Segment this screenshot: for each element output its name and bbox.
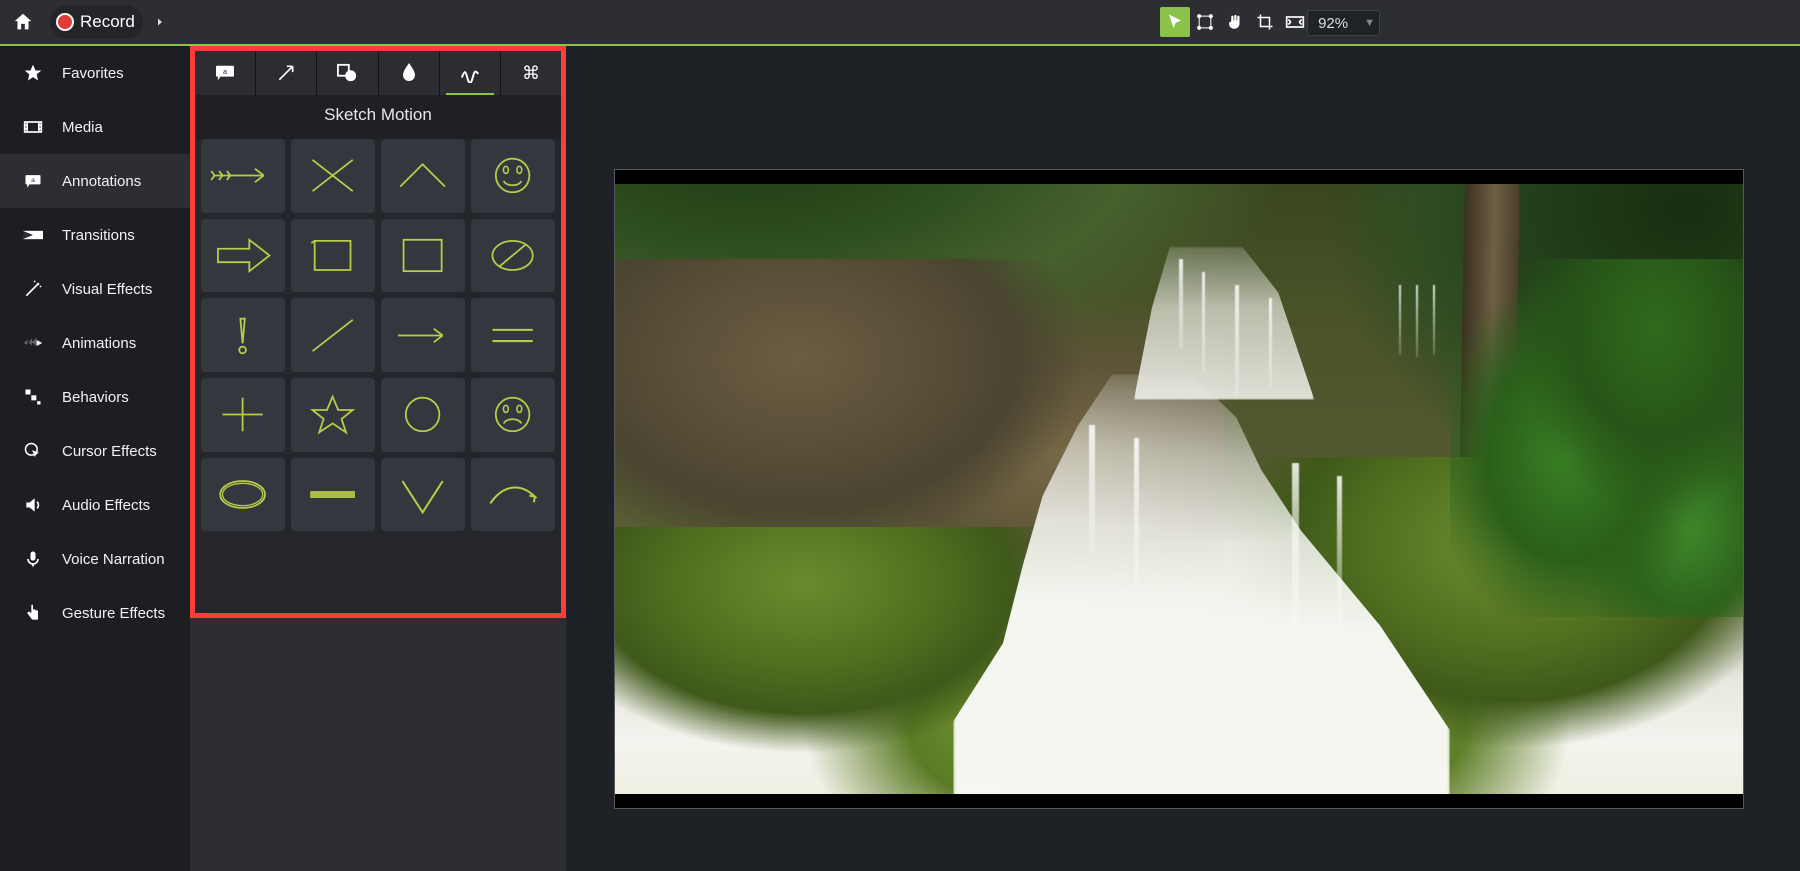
zoom-level-select[interactable]: 92% ▼ <box>1307 10 1380 36</box>
speaker-icon <box>22 494 44 516</box>
top-toolbar: Record 92% ▼ <box>0 0 1800 46</box>
sidebar-label: Behaviors <box>62 389 129 406</box>
record-indicator-icon <box>56 13 74 31</box>
sketch-curve-arc[interactable] <box>471 458 555 532</box>
command-icon: ⌘ <box>522 63 540 84</box>
home-icon <box>12 11 34 33</box>
crop-tool-button[interactable] <box>1250 7 1280 37</box>
sketch-motion-grid <box>195 139 561 531</box>
star-icon <box>22 62 44 84</box>
annotations-tab-blur[interactable] <box>379 51 440 95</box>
sidebar-label: Cursor Effects <box>62 443 157 460</box>
fit-icon <box>1285 13 1305 31</box>
record-label: Record <box>80 12 135 32</box>
transition-icon <box>22 224 44 246</box>
sketch-arrow-feathered[interactable] <box>201 139 285 213</box>
arrow-tab-icon <box>276 63 296 83</box>
zoom-fit-tool-button[interactable] <box>1280 7 1310 37</box>
chevron-down-icon: ▼ <box>1364 17 1375 29</box>
animation-arrow-icon <box>22 332 44 354</box>
sketch-thin-arrow-right[interactable] <box>381 298 465 372</box>
left-sidebar: Favorites Media a Annotations Transition… <box>0 46 190 871</box>
annotations-panel-title: Sketch Motion <box>195 95 561 139</box>
preview-content-image <box>615 170 1743 808</box>
annotations-tab-sketch-motion[interactable] <box>440 51 501 95</box>
sidebar-label: Audio Effects <box>62 497 150 514</box>
callout-tab-icon: a <box>214 64 236 82</box>
annotations-tab-callouts[interactable]: a <box>195 51 256 95</box>
sketch-star[interactable] <box>291 378 375 452</box>
annotations-panel: a ⌘ Sketch Motion <box>190 46 566 618</box>
sidebar-item-gesture-effects[interactable]: Gesture Effects <box>0 586 190 640</box>
sidebar-label: Voice Narration <box>62 551 165 568</box>
sidebar-label: Favorites <box>62 65 124 82</box>
sidebar-label: Transitions <box>62 227 135 244</box>
home-button[interactable] <box>6 5 40 39</box>
sidebar-item-voice-narration[interactable]: Voice Narration <box>0 532 190 586</box>
sidebar-label: Annotations <box>62 173 141 190</box>
canvas-area <box>566 46 1800 871</box>
sketch-x-cross[interactable] <box>291 139 375 213</box>
sidebar-item-media[interactable]: Media <box>0 100 190 154</box>
sketch-ellipse-ring[interactable] <box>201 458 285 532</box>
chevron-right-icon <box>154 16 166 28</box>
sidebar-item-behaviors[interactable]: Behaviors <box>0 370 190 424</box>
annotations-tab-keystrokes[interactable]: ⌘ <box>501 51 561 95</box>
sidebar-item-audio-effects[interactable]: Audio Effects <box>0 478 190 532</box>
sketch-exclamation[interactable] <box>201 298 285 372</box>
zoom-value: 92% <box>1318 15 1348 32</box>
edit-points-tool-button[interactable] <box>1190 7 1220 37</box>
preview-frame[interactable] <box>614 169 1744 809</box>
hand-icon <box>1226 13 1244 31</box>
shapes-tab-icon <box>336 63 358 83</box>
droplet-icon <box>401 63 417 83</box>
edit-points-icon <box>1195 12 1215 32</box>
select-tool-button[interactable] <box>1160 7 1190 37</box>
sidebar-item-visual-effects[interactable]: Visual Effects <box>0 262 190 316</box>
microphone-icon <box>22 548 44 570</box>
wand-icon <box>22 278 44 300</box>
sketch-equals[interactable] <box>471 298 555 372</box>
sketch-circle[interactable] <box>381 378 465 452</box>
sketch-checkmark[interactable] <box>381 458 465 532</box>
annotations-tab-shapes[interactable] <box>317 51 378 95</box>
canvas-tools-group <box>1160 7 1310 37</box>
sidebar-label: Media <box>62 119 103 136</box>
sketch-square-open[interactable] <box>291 219 375 293</box>
sidebar-item-favorites[interactable]: Favorites <box>0 46 190 100</box>
sidebar-label: Visual Effects <box>62 281 152 298</box>
sketch-block-arrow[interactable] <box>201 219 285 293</box>
annotations-tab-arrows[interactable] <box>256 51 317 95</box>
record-dropdown-button[interactable] <box>145 5 175 39</box>
filmstrip-icon <box>22 116 44 138</box>
gesture-icon <box>22 602 44 624</box>
annotations-tab-row: a ⌘ <box>195 51 561 95</box>
crop-icon <box>1256 13 1274 31</box>
sketch-square-solid[interactable] <box>381 219 465 293</box>
sidebar-item-annotations[interactable]: a Annotations <box>0 154 190 208</box>
behaviors-icon <box>22 386 44 408</box>
svg-text:a: a <box>31 177 35 184</box>
record-button[interactable]: Record <box>50 5 143 39</box>
panel-below-area <box>190 618 566 871</box>
sidebar-item-animations[interactable]: Animations <box>0 316 190 370</box>
sketch-frown-face[interactable] <box>471 378 555 452</box>
pan-tool-button[interactable] <box>1220 7 1250 37</box>
sketch-caret-up[interactable] <box>381 139 465 213</box>
sketch-highlight-stroke[interactable] <box>291 458 375 532</box>
sketch-icon <box>459 63 481 83</box>
sidebar-item-transitions[interactable]: Transitions <box>0 208 190 262</box>
sketch-plus[interactable] <box>201 378 285 452</box>
cursor-icon <box>1166 13 1184 31</box>
sketch-smile-face[interactable] <box>471 139 555 213</box>
callout-icon: a <box>22 170 44 192</box>
sidebar-label: Animations <box>62 335 136 352</box>
sketch-diagonal-line[interactable] <box>291 298 375 372</box>
svg-text:a: a <box>223 67 227 76</box>
sidebar-item-cursor-effects[interactable]: Cursor Effects <box>0 424 190 478</box>
sketch-leaf[interactable] <box>471 219 555 293</box>
cursor-effects-icon <box>22 440 44 462</box>
sidebar-label: Gesture Effects <box>62 605 165 622</box>
